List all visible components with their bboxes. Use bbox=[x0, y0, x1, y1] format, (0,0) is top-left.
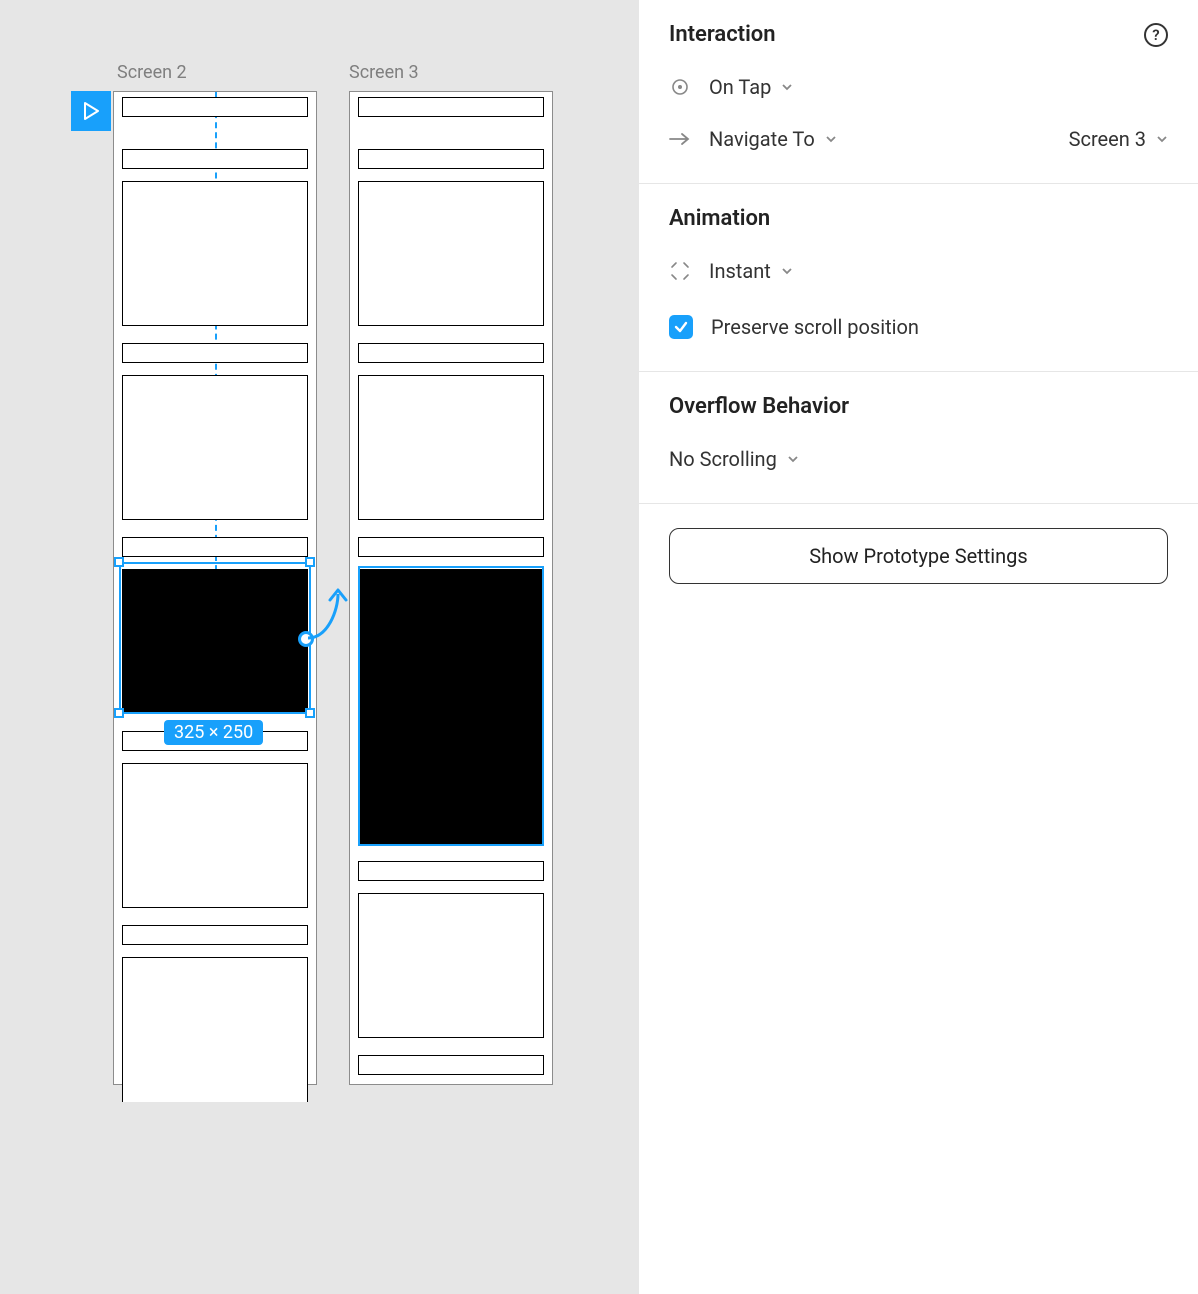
destination-picker[interactable]: Screen 3 bbox=[1069, 127, 1168, 151]
selection-handle[interactable] bbox=[305, 708, 315, 718]
frame-label-screen-3: Screen 3 bbox=[349, 62, 419, 83]
box bbox=[358, 1055, 544, 1075]
overflow-value: No Scrolling bbox=[669, 447, 777, 471]
box bbox=[122, 181, 308, 326]
box bbox=[358, 861, 544, 881]
box bbox=[122, 763, 308, 908]
box bbox=[358, 97, 544, 117]
frame-screen-3[interactable] bbox=[349, 91, 553, 1085]
frame-screen-2[interactable] bbox=[113, 91, 317, 1085]
instant-icon bbox=[669, 260, 691, 282]
box bbox=[358, 343, 544, 363]
overflow-section: Overflow Behavior No Scrolling bbox=[639, 372, 1198, 504]
box bbox=[122, 97, 308, 117]
overflow-title: Overflow Behavior bbox=[669, 394, 849, 419]
show-prototype-settings-button[interactable]: Show Prototype Settings bbox=[669, 528, 1168, 584]
play-button[interactable] bbox=[71, 91, 111, 131]
animation-type-label: Instant bbox=[709, 259, 771, 283]
trigger-tap-icon bbox=[669, 76, 691, 98]
overflow-value-row[interactable]: No Scrolling bbox=[669, 437, 1168, 481]
box bbox=[122, 375, 308, 520]
box bbox=[358, 537, 544, 557]
preserve-scroll-checkbox[interactable] bbox=[669, 315, 693, 339]
design-canvas[interactable]: Screen 2 Screen 3 325 × 250 bbox=[0, 0, 638, 1294]
chevron-down-icon bbox=[781, 262, 793, 281]
play-icon bbox=[82, 102, 100, 120]
box bbox=[122, 149, 308, 169]
selected-block[interactable] bbox=[122, 569, 308, 714]
action-label: Navigate To bbox=[709, 127, 815, 151]
box bbox=[122, 343, 308, 363]
trigger-label: On Tap bbox=[709, 75, 771, 99]
preserve-scroll-row[interactable]: Preserve scroll position bbox=[669, 305, 1168, 349]
selection-handle[interactable] bbox=[114, 557, 124, 567]
preserve-scroll-label: Preserve scroll position bbox=[711, 315, 919, 339]
navigate-arrow-icon bbox=[669, 128, 691, 150]
chevron-down-icon bbox=[781, 78, 793, 97]
frame-label-screen-2: Screen 2 bbox=[117, 62, 187, 83]
animation-section: Animation Instant Preserve scroll positi… bbox=[639, 184, 1198, 372]
action-row[interactable]: Navigate To Screen 3 bbox=[669, 117, 1168, 161]
selection-handle[interactable] bbox=[114, 708, 124, 718]
chevron-down-icon bbox=[787, 450, 799, 469]
animation-title: Animation bbox=[669, 206, 770, 231]
box bbox=[358, 181, 544, 326]
animation-type-row[interactable]: Instant bbox=[669, 249, 1168, 293]
check-icon bbox=[673, 319, 689, 335]
box bbox=[122, 537, 308, 557]
dimension-badge: 325 × 250 bbox=[164, 720, 263, 745]
chevron-down-icon bbox=[825, 130, 837, 149]
target-block[interactable] bbox=[360, 569, 542, 844]
destination-label: Screen 3 bbox=[1069, 127, 1146, 151]
box bbox=[358, 149, 544, 169]
box bbox=[358, 375, 544, 520]
trigger-row[interactable]: On Tap bbox=[669, 65, 1168, 109]
inspector-panel: Interaction ? On Tap Navigate To Screen … bbox=[638, 0, 1198, 1294]
box bbox=[358, 893, 544, 1038]
interaction-section: Interaction ? On Tap Navigate To Screen … bbox=[639, 0, 1198, 184]
help-icon[interactable]: ? bbox=[1144, 23, 1168, 47]
box bbox=[122, 957, 308, 1102]
chevron-down-icon bbox=[1156, 130, 1168, 149]
interaction-title: Interaction bbox=[669, 22, 776, 47]
box bbox=[122, 925, 308, 945]
